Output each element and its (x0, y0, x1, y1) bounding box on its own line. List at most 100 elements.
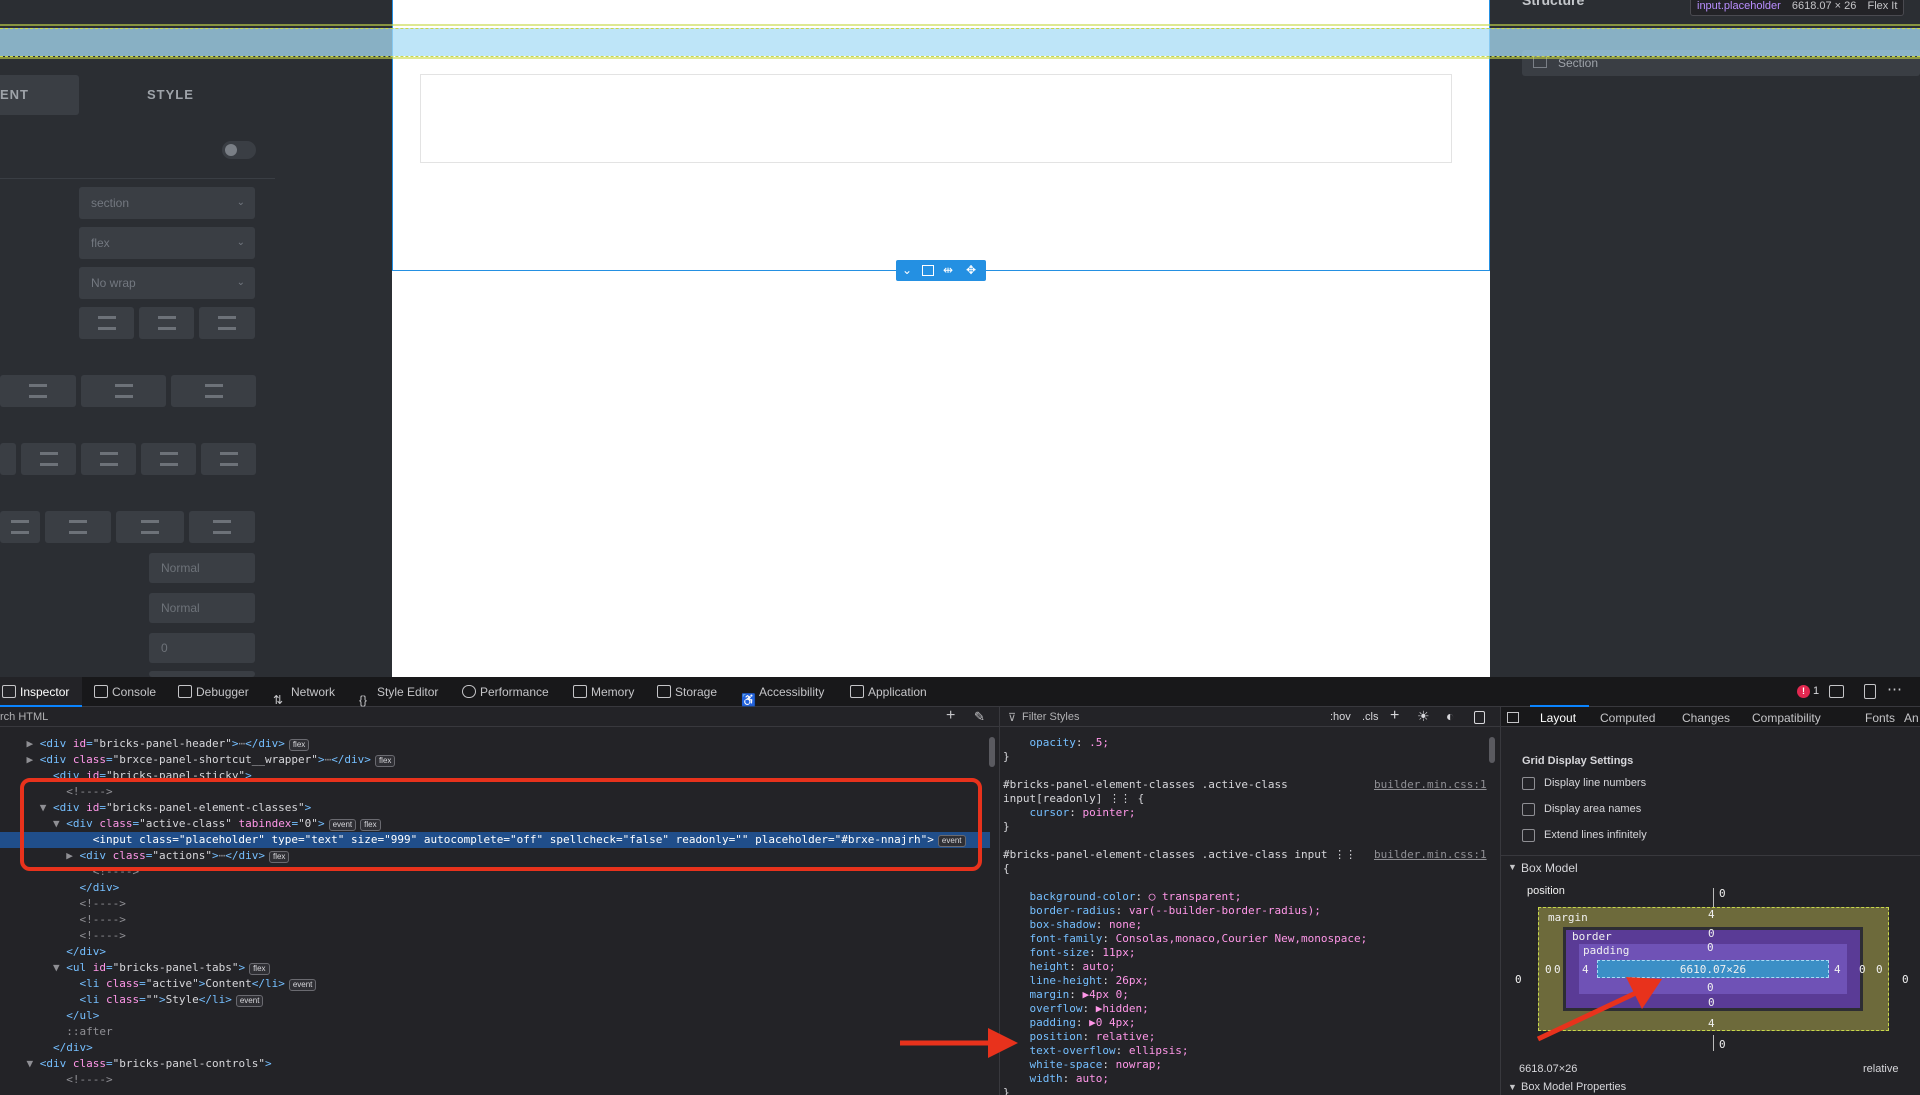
css-value[interactable]: ▶4px 0; (1076, 988, 1128, 1001)
cls-toggle[interactable]: .cls (1362, 711, 1379, 723)
css-property[interactable]: box-shadow (1003, 918, 1095, 931)
css-property[interactable]: height (1003, 960, 1069, 973)
gap-button-2[interactable] (45, 511, 111, 543)
tab-compatibility[interactable]: Compatibility (1752, 711, 1821, 725)
tab-content[interactable]: ENT (0, 75, 29, 115)
css-value[interactable]: Consolas,monaco,Courier New,monospace; (1109, 932, 1368, 945)
filter-styles-input[interactable]: Filter Styles (1022, 711, 1079, 723)
css-line[interactable]: font-family: Consolas,monaco,Courier New… (1003, 932, 1367, 946)
box-model-title[interactable]: Box Model (1521, 861, 1578, 875)
stylesheet-link[interactable]: builder.min.css:1 (1374, 848, 1487, 861)
chevron-down-icon[interactable]: ▼ (1508, 862, 1517, 872)
dock-icon[interactable] (1829, 685, 1844, 698)
split-horizontal-icon[interactable]: ⇹ (943, 260, 953, 281)
align-center-button[interactable] (81, 375, 166, 407)
bm-position-top[interactable]: 0 (1719, 887, 1726, 900)
display-select[interactable]: flex ⌄ (79, 227, 255, 259)
css-line[interactable]: cursor: pointer; (1003, 806, 1135, 820)
bm-content-size[interactable]: 6610.07×26 (1680, 963, 1746, 976)
add-rule-icon[interactable]: + (1390, 707, 1399, 725)
css-line[interactable]: box-shadow: none; (1003, 918, 1142, 932)
css-line[interactable]: padding: ▶0 4px; (1003, 1016, 1135, 1030)
tab-storage[interactable]: Storage (655, 677, 717, 707)
tab-computed[interactable]: Computed (1600, 711, 1655, 725)
css-value[interactable]: ▶0 4px; (1082, 1016, 1135, 1029)
rules-scrollbar[interactable] (1489, 737, 1495, 763)
columns-icon[interactable] (922, 265, 934, 276)
bm-outer-left[interactable]: 0 (1515, 973, 1522, 986)
justify-button-2[interactable] (21, 443, 76, 475)
css-value[interactable]: 11px; (1096, 946, 1135, 959)
tab-console[interactable]: Console (92, 677, 156, 707)
css-value[interactable]: ellipsis; (1122, 1044, 1189, 1057)
css-property[interactable]: cursor (1003, 806, 1069, 819)
css-property[interactable]: opacity (1003, 736, 1075, 749)
builder-canvas[interactable]: ⌄ ⇹ ✥ (392, 0, 1490, 677)
bm-border-bottom[interactable]: 0 (1708, 996, 1715, 1009)
eyedropper-icon[interactable]: ✎ (974, 709, 985, 725)
tab-performance[interactable]: Performance (460, 677, 549, 707)
tab-style[interactable]: STYLE (147, 75, 194, 115)
gap-button-3[interactable] (116, 511, 184, 543)
css-line[interactable]: border-radius: var(--builder-border-radi… (1003, 904, 1320, 918)
css-line[interactable]: margin: ▶4px 0; (1003, 988, 1128, 1002)
css-property[interactable]: overflow (1003, 1002, 1082, 1015)
gap-button-1[interactable] (0, 511, 40, 543)
row-gap-input[interactable]: Normal (149, 553, 255, 583)
css-line[interactable]: width: auto; (1003, 1072, 1109, 1086)
bm-margin-bottom[interactable]: 4 (1708, 1017, 1715, 1030)
justify-button-5[interactable] (201, 443, 256, 475)
direction-row-button[interactable] (79, 307, 134, 339)
tab-application[interactable]: Application (848, 677, 927, 707)
bm-margin-right[interactable]: 0 (1876, 963, 1883, 976)
display-line-numbers-checkbox[interactable] (1522, 777, 1535, 790)
css-property[interactable]: border-radius (1003, 904, 1115, 917)
gap-button-4[interactable] (189, 511, 255, 543)
dark-mode-icon[interactable]: ◐ (1446, 708, 1454, 724)
css-line[interactable]: white-space: nowrap; (1003, 1058, 1162, 1072)
css-line[interactable]: font-size: 11px; (1003, 946, 1135, 960)
html-search-input[interactable]: rch HTML (0, 711, 48, 723)
display-area-names-checkbox[interactable] (1522, 803, 1535, 816)
direction-column-button[interactable] (139, 307, 194, 339)
css-line[interactable]: } (1003, 750, 1010, 764)
element-toolbar[interactable]: ⌄ ⇹ ✥ (896, 260, 986, 281)
tab-fonts[interactable]: Fonts (1865, 711, 1895, 725)
css-value[interactable]: auto; (1076, 960, 1115, 973)
tab-memory[interactable]: Memory (571, 677, 634, 707)
css-property[interactable]: margin (1003, 988, 1069, 1001)
tab-accessibility[interactable]: ♿ Accessibility (739, 677, 824, 707)
add-node-icon[interactable]: + (946, 707, 955, 725)
tab-changes[interactable]: Changes (1682, 711, 1730, 725)
wrap-select[interactable]: No wrap ⌄ (79, 267, 255, 299)
css-property[interactable]: background-color (1003, 890, 1135, 903)
css-line[interactable]: position: relative; (1003, 1030, 1155, 1044)
css-selector[interactable]: #bricks-panel-element-classes .active-cl… (1003, 778, 1288, 792)
tab-inspector[interactable]: Inspector (0, 677, 69, 707)
bm-padding-right[interactable]: 4 (1834, 963, 1841, 976)
css-value[interactable]: 26px; (1109, 974, 1149, 987)
error-count[interactable]: 1 (1813, 685, 1819, 697)
css-line[interactable]: background-color: ◯ transparent; (1003, 890, 1241, 904)
css-property[interactable]: line-height (1003, 974, 1102, 987)
justify-button-3[interactable] (81, 443, 136, 475)
print-media-icon[interactable] (1474, 711, 1485, 724)
css-value[interactable]: nowrap; (1109, 1058, 1162, 1071)
tab-animations[interactable]: An (1904, 711, 1919, 725)
justify-button-1[interactable] (0, 443, 16, 475)
css-line[interactable]: input[readonly] ⋮⋮ { (1003, 792, 1144, 806)
css-line[interactable]: opacity: .5; (1003, 736, 1109, 750)
responsive-icon[interactable] (1864, 684, 1876, 699)
justify-button-4[interactable] (141, 443, 196, 475)
error-icon[interactable]: ! (1797, 685, 1810, 698)
css-value[interactable]: .5; (1082, 736, 1109, 749)
css-value[interactable]: pointer; (1076, 806, 1135, 819)
tab-network[interactable]: ⇅ Network (271, 677, 335, 707)
css-property[interactable]: font-size (1003, 946, 1089, 959)
toggle-switch[interactable] (222, 141, 256, 159)
bm-padding-bottom[interactable]: 0 (1707, 981, 1714, 994)
bm-outer-bottom[interactable]: 0 (1719, 1038, 1726, 1051)
css-property[interactable]: font-family (1003, 932, 1102, 945)
chevron-down-icon[interactable]: ▼ (1508, 1082, 1517, 1092)
align-end-button[interactable] (171, 375, 256, 407)
